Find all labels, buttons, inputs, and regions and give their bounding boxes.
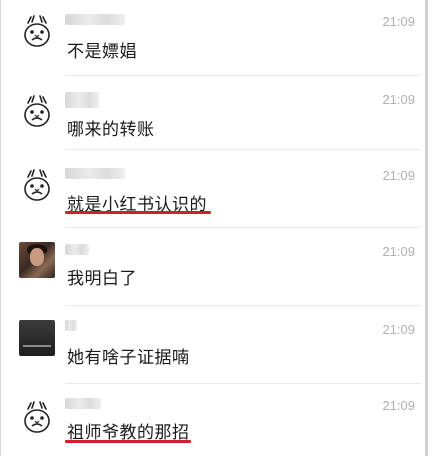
message-preview: 哪来的转账: [67, 120, 155, 140]
chat-item[interactable]: 21:09 祖师爷教的那招: [1, 384, 429, 456]
photo-avatar-dark: [19, 320, 55, 356]
message-time: 21:09: [382, 244, 415, 259]
message-time: 21:09: [382, 398, 415, 413]
photo-avatar: [19, 242, 55, 278]
sender-name-blurred: [65, 92, 99, 108]
message-preview: 她有啥子证据喃: [67, 348, 190, 368]
chat-item[interactable]: 21:09 我明白了: [1, 228, 429, 306]
highlight-underline: [65, 211, 211, 214]
chat-item[interactable]: 21:09 就是小红书认识的: [1, 150, 429, 228]
message-time: 21:09: [382, 168, 415, 183]
chat-item[interactable]: 21:09 不是嫖娼: [1, 0, 429, 76]
chat-item[interactable]: 21:09 哪来的转账: [1, 76, 429, 150]
message-time: 21:09: [382, 322, 415, 337]
cartoon-face-icon: [24, 401, 50, 433]
avatar-detail: [23, 345, 51, 347]
sender-name-blurred: [65, 14, 125, 25]
cartoon-face-icon: [24, 95, 50, 127]
sender-name-blurred: [65, 244, 89, 255]
sender-name-blurred: [65, 168, 125, 179]
avatar-face: [30, 248, 44, 266]
sender-name-blurred: [65, 398, 101, 409]
sender-name-blurred: [65, 320, 77, 331]
message-time: 21:09: [382, 92, 415, 107]
message-preview: 我明白了: [67, 269, 137, 289]
message-preview: 不是嫖娼: [67, 42, 137, 62]
cartoon-face-icon: [24, 169, 50, 201]
cartoon-face-icon: [24, 15, 50, 47]
chat-item[interactable]: 21:09 她有啥子证据喃: [1, 306, 429, 384]
message-time: 21:09: [382, 14, 415, 29]
highlight-underline: [65, 440, 191, 443]
chat-list: 21:09 不是嫖娼 21:09 哪来的转账 21:09 就是小红书认识的 21…: [0, 0, 428, 456]
